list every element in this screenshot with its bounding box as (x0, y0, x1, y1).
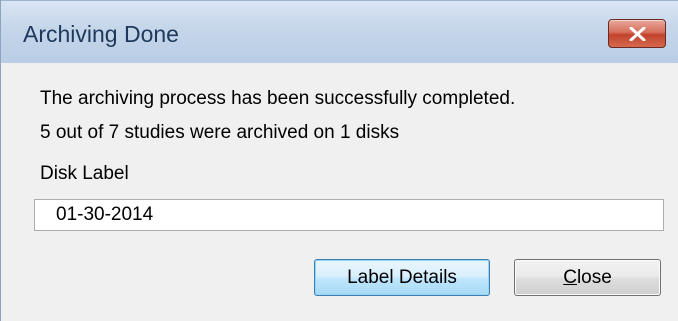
window-close-button[interactable] (608, 19, 666, 48)
disk-label-input[interactable]: 01-30-2014 (34, 199, 664, 231)
archiving-done-dialog: Archiving Done The archiving process has… (0, 0, 678, 321)
close-icon (629, 27, 646, 41)
close-mnemonic: C (563, 267, 577, 288)
close-label-rest: lose (576, 267, 612, 288)
completion-message: The archiving process has been successfu… (40, 88, 516, 109)
window-title: Archiving Done (23, 21, 179, 47)
studies-archived-summary: 5 out of 7 studies were archived on 1 di… (40, 122, 400, 143)
close-button[interactable]: Close (514, 259, 661, 296)
label-details-button[interactable]: Label Details (314, 259, 490, 296)
disk-label-caption: Disk Label (40, 163, 129, 184)
title-bar[interactable]: Archiving Done (1, 0, 678, 63)
